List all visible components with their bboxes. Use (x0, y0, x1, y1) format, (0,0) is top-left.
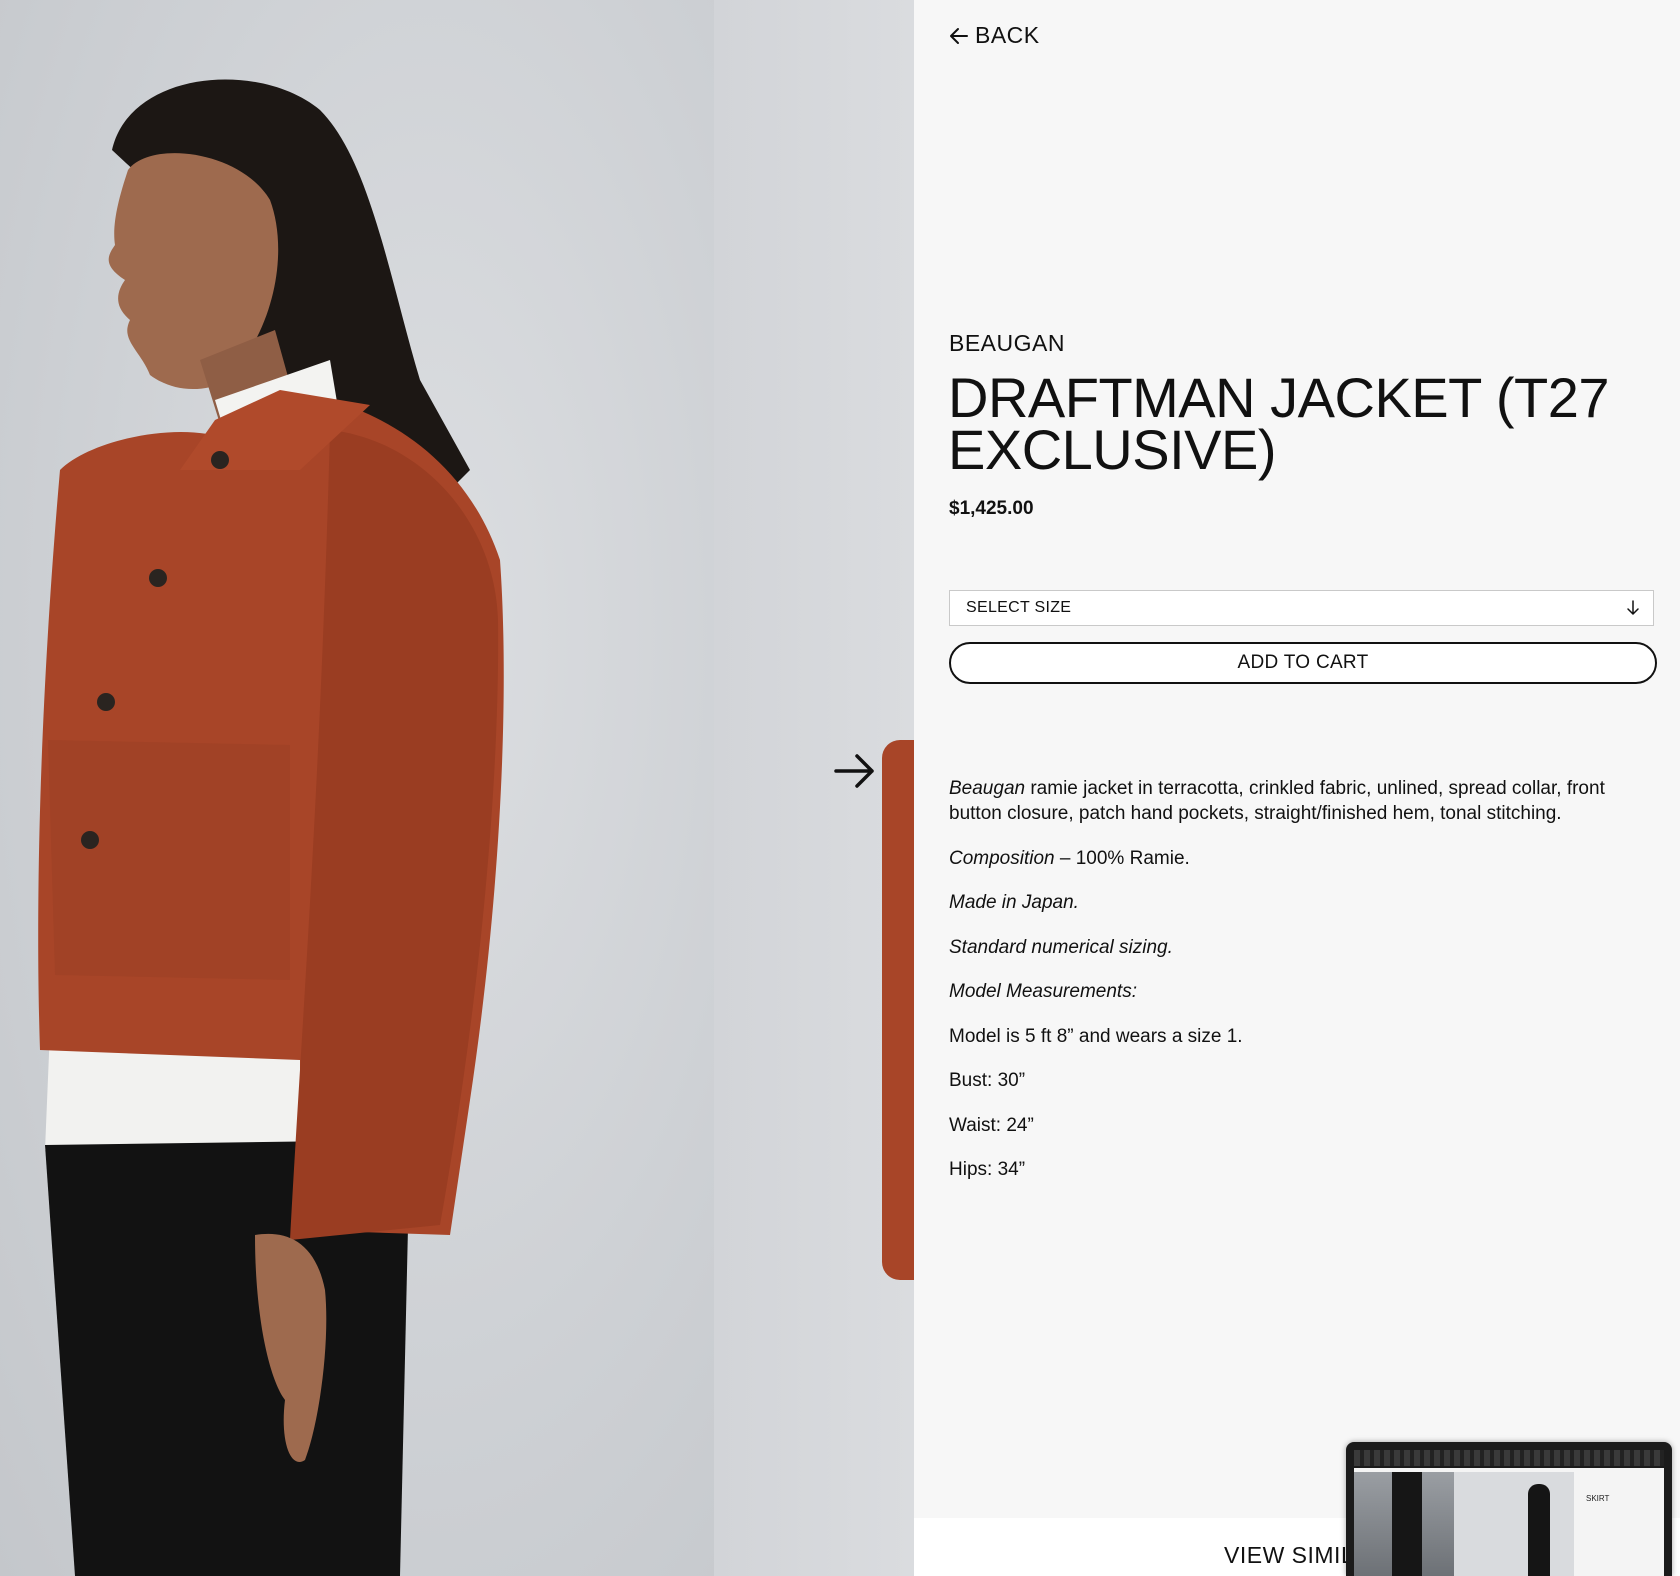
view-similar-link[interactable]: VIEW SIMIL (1224, 1542, 1354, 1569)
thumbnail-photo-2 (1454, 1472, 1574, 1576)
arrow-right-icon (834, 754, 874, 788)
add-to-cart-button[interactable]: ADD TO CART (949, 642, 1657, 684)
description-waist: Waist: 24” (949, 1114, 1034, 1136)
description-intro-text: ramie jacket in terracotta, crinkled fab… (949, 778, 1605, 824)
screenshot-thumbnail[interactable]: SKIRT (1346, 1442, 1672, 1576)
back-label: BACK (975, 22, 1040, 48)
description-model-heading: Model Measurements: (949, 979, 1649, 1004)
description-model-info: Model is 5 ft 8” and wears a size 1. (949, 1025, 1243, 1047)
composition-value: – 100% Ramie. (1054, 847, 1190, 869)
description-bust: Bust: 30” (949, 1070, 1026, 1091)
back-link[interactable]: BACK (949, 22, 1040, 49)
sizing-text: Standard numerical sizing. (949, 936, 1173, 958)
size-select[interactable]: SELECT SIZE (949, 590, 1654, 626)
description-intro: Beaugan ramie jacket in terracotta, crin… (949, 776, 1649, 826)
description-hips: Hips: 34” (949, 1159, 1026, 1180)
thumbnail-browser-bar (1354, 1450, 1664, 1466)
product-photo-next[interactable] (714, 0, 914, 1576)
arrow-down-icon (1627, 600, 1639, 615)
product-title: DRAFTMAN JACKET (T27 EXCLUSIVE) (948, 366, 1610, 481)
product-description: Beaugan ramie jacket in terracotta, crin… (949, 776, 1649, 1202)
description-made-in: Made in Japan. (949, 890, 1649, 915)
description-composition: Composition – 100% Ramie. (949, 846, 1649, 871)
jacket-sleeve-preview (882, 740, 914, 1280)
description-brand: Beaugan (949, 778, 1026, 799)
thumbnail-photo-1 (1354, 1472, 1454, 1576)
size-select-label: SELECT SIZE (966, 599, 1072, 616)
arrow-left-icon (950, 27, 968, 44)
thumbnail-title: SKIRT (1586, 1494, 1610, 1503)
composition-label: Composition (949, 847, 1055, 869)
product-image-gallery (0, 0, 914, 1576)
model-illustration (38, 79, 504, 1576)
product-price: $1,425.00 (949, 498, 1034, 519)
product-brand[interactable]: BEAUGAN (949, 330, 1065, 357)
description-sizing: Standard numerical sizing. (949, 935, 1649, 960)
product-info-panel: BACK BEAUGAN DRAFTMAN JACKET (T27 EXCLUS… (914, 0, 1680, 1576)
made-in-text: Made in Japan. (949, 892, 1079, 913)
model-heading-text: Model Measurements: (949, 981, 1137, 1002)
next-image-button[interactable] (832, 748, 878, 794)
product-photo-main[interactable] (0, 0, 714, 1576)
